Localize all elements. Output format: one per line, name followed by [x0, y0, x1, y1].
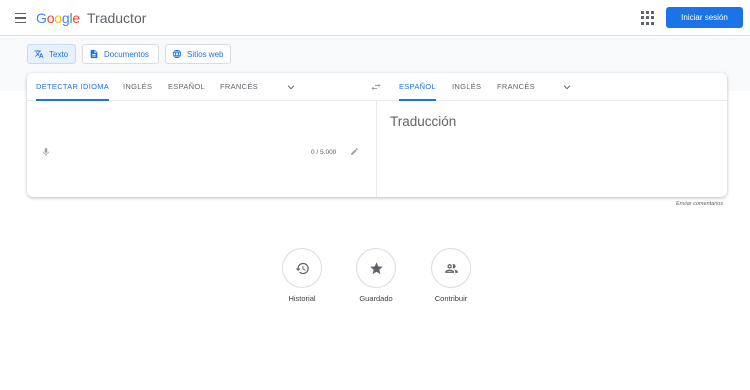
- globe-icon: [172, 49, 182, 59]
- history-button[interactable]: [282, 248, 322, 288]
- text-mode-label: Texto: [49, 49, 69, 59]
- translation-card: DETECTAR IDIOMA INGLÉS ESPAÑOL FRANCÉS E…: [27, 73, 727, 197]
- history-shortcut: Historial: [267, 248, 337, 303]
- source-more-langs-chevron-down-icon[interactable]: [286, 82, 296, 92]
- source-lang-detect[interactable]: DETECTAR IDIOMA: [36, 73, 110, 101]
- swap-languages-icon[interactable]: [370, 81, 382, 93]
- source-lang-spanish[interactable]: ESPAÑOL: [168, 73, 205, 101]
- translate-icon: [34, 49, 44, 59]
- sign-in-button[interactable]: Iniciar sesión: [666, 7, 743, 28]
- target-lang-spanish[interactable]: ESPAÑOL: [399, 73, 436, 101]
- microphone-icon[interactable]: [41, 146, 51, 158]
- websites-mode-label: Sitios web: [187, 49, 224, 59]
- text-mode-button[interactable]: Texto: [27, 44, 76, 64]
- pane-divider: [376, 101, 377, 197]
- language-selector-row: DETECTAR IDIOMA INGLÉS ESPAÑOL FRANCÉS E…: [27, 73, 727, 101]
- translation-output: Traducción: [390, 114, 457, 129]
- contribute-button[interactable]: [431, 248, 471, 288]
- target-lang-french[interactable]: FRANCÉS: [497, 73, 535, 101]
- star-icon: [369, 261, 383, 274]
- documents-mode-label: Documentos: [104, 49, 149, 59]
- target-lang-english[interactable]: INGLÉS: [452, 73, 481, 101]
- character-counter: 0 / 5.000: [311, 149, 337, 156]
- source-lang-french[interactable]: FRANCÉS: [220, 73, 258, 101]
- top-bar: Google Traductor Iniciar sesión: [0, 0, 750, 36]
- saved-shortcut: Guardado: [341, 248, 411, 303]
- pencil-icon[interactable]: [350, 147, 359, 156]
- websites-mode-button[interactable]: Sitios web: [165, 44, 231, 64]
- history-icon: [295, 262, 309, 274]
- apps-grid-icon[interactable]: [641, 11, 655, 25]
- contribute-label: Contribuir: [434, 294, 468, 303]
- people-icon: [444, 263, 458, 273]
- product-name: Traductor: [87, 10, 147, 26]
- saved-button[interactable]: [356, 248, 396, 288]
- document-icon: [90, 49, 98, 59]
- saved-label: Guardado: [359, 294, 393, 303]
- history-label: Historial: [288, 294, 316, 303]
- target-more-langs-chevron-down-icon[interactable]: [562, 82, 572, 92]
- google-logo[interactable]: Google: [36, 10, 80, 26]
- source-lang-english[interactable]: INGLÉS: [123, 73, 152, 101]
- main-menu-icon[interactable]: [12, 9, 30, 27]
- documents-mode-button[interactable]: Documentos: [82, 44, 159, 64]
- send-feedback-link[interactable]: Enviar comentarios: [676, 201, 723, 207]
- contribute-shortcut: Contribuir: [416, 248, 486, 303]
